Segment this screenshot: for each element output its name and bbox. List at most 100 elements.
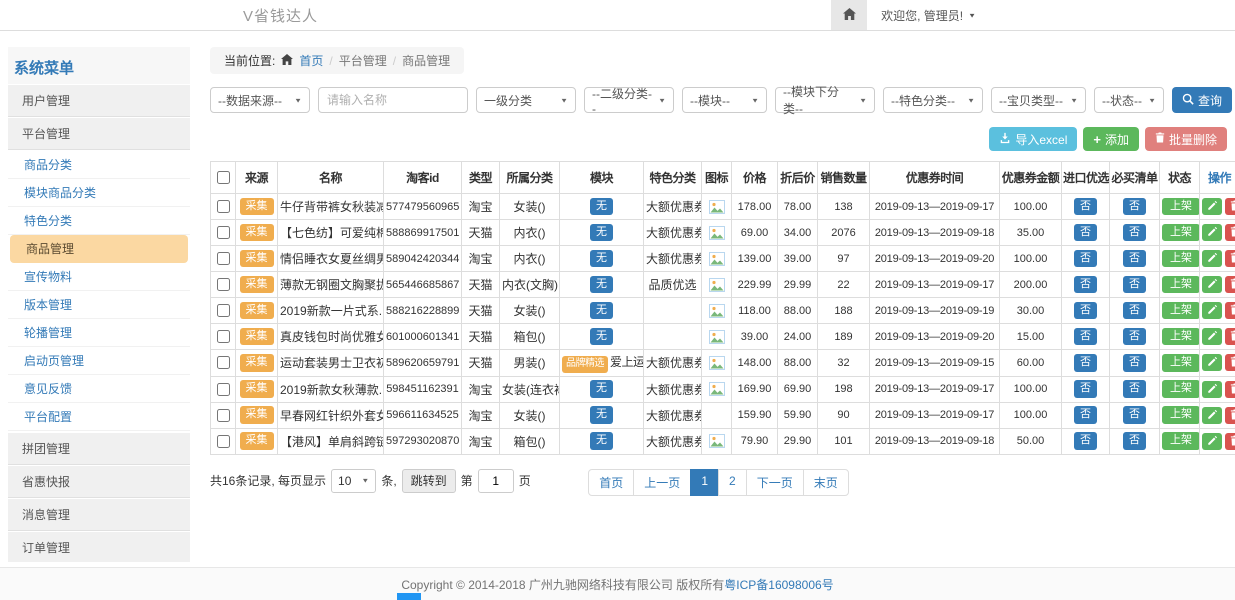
status-badge[interactable]: 上架 (1162, 354, 1200, 372)
delete-button[interactable] (1225, 381, 1235, 398)
import-select-toggle[interactable]: 否 (1074, 250, 1097, 268)
edit-button[interactable] (1202, 276, 1222, 293)
status-badge[interactable]: 上架 (1162, 302, 1200, 320)
import-select-toggle[interactable]: 否 (1074, 406, 1097, 424)
edit-button[interactable] (1202, 433, 1222, 450)
delete-button[interactable] (1225, 198, 1235, 215)
must-buy-toggle[interactable]: 否 (1123, 432, 1146, 450)
filter-select[interactable]: --数据来源--▼ (210, 87, 310, 113)
must-buy-toggle[interactable]: 否 (1123, 302, 1146, 320)
filter-select[interactable]: 一级分类▼ (476, 87, 576, 113)
row-checkbox[interactable] (217, 252, 230, 265)
must-buy-toggle[interactable]: 否 (1123, 224, 1146, 242)
import-select-toggle[interactable]: 否 (1074, 328, 1097, 346)
status-badge[interactable]: 上架 (1162, 328, 1200, 346)
delete-button[interactable] (1225, 433, 1235, 450)
status-badge[interactable]: 上架 (1162, 380, 1200, 398)
must-buy-toggle[interactable]: 否 (1123, 198, 1146, 216)
status-badge[interactable]: 上架 (1162, 432, 1200, 450)
import-select-toggle[interactable]: 否 (1074, 380, 1097, 398)
import-excel-button[interactable]: 导入excel (989, 127, 1077, 151)
status-badge[interactable]: 上架 (1162, 276, 1200, 294)
sidebar-subitem[interactable]: 特色分类 (8, 207, 190, 235)
sidebar-item[interactable]: 订单管理 (8, 531, 190, 562)
import-select-toggle[interactable]: 否 (1074, 198, 1097, 216)
page-button[interactable]: 1 (690, 469, 719, 496)
status-badge[interactable]: 上架 (1162, 250, 1200, 268)
status-badge[interactable]: 上架 (1162, 198, 1200, 216)
edit-button[interactable] (1202, 328, 1222, 345)
edit-button[interactable] (1202, 407, 1222, 424)
filter-select[interactable]: --二级分类--▼ (584, 87, 674, 113)
must-buy-toggle[interactable]: 否 (1123, 354, 1146, 372)
status-badge[interactable]: 上架 (1162, 224, 1200, 242)
status-badge[interactable]: 上架 (1162, 406, 1200, 424)
filter-select[interactable]: --宝贝类型--▼ (991, 87, 1086, 113)
edit-button[interactable] (1202, 302, 1222, 319)
sidebar-subitem[interactable]: 模块商品分类 (8, 179, 190, 207)
page-number-input[interactable] (478, 469, 514, 493)
row-checkbox[interactable] (217, 409, 230, 422)
sidebar-subitem[interactable]: 版本管理 (8, 291, 190, 319)
delete-button[interactable] (1225, 328, 1235, 345)
sidebar-item[interactable]: 拼团管理 (8, 432, 190, 465)
delete-button[interactable] (1225, 276, 1235, 293)
sidebar-subitem[interactable]: 启动页管理 (8, 347, 190, 375)
sidebar-item[interactable]: 平台管理 (8, 117, 190, 150)
import-select-toggle[interactable]: 否 (1074, 224, 1097, 242)
sidebar-subitem[interactable]: 商品分类 (8, 151, 190, 179)
page-button[interactable]: 2 (718, 469, 747, 496)
sidebar-subitem[interactable]: 宣传物料 (8, 263, 190, 291)
filter-select[interactable]: --模块--▼ (682, 87, 767, 113)
add-button[interactable]: + 添加 (1083, 127, 1139, 151)
sidebar-item[interactable]: 用户管理 (8, 84, 190, 117)
batch-delete-button[interactable]: 批量删除 (1145, 127, 1227, 151)
row-checkbox[interactable] (217, 226, 230, 239)
edit-button[interactable] (1202, 381, 1222, 398)
row-checkbox[interactable] (217, 356, 230, 369)
row-checkbox[interactable] (217, 304, 230, 317)
must-buy-toggle[interactable]: 否 (1123, 250, 1146, 268)
edit-button[interactable] (1202, 250, 1222, 267)
icp-link[interactable]: 粤ICP备16098006号 (724, 576, 833, 593)
edit-button[interactable] (1202, 198, 1222, 215)
row-checkbox[interactable] (217, 278, 230, 291)
must-buy-toggle[interactable]: 否 (1123, 328, 1146, 346)
filter-select[interactable]: --特色分类--▼ (883, 87, 983, 113)
breadcrumb-home-link[interactable]: 首页 (299, 52, 323, 69)
home-button[interactable] (831, 0, 867, 30)
name-search-input[interactable] (318, 87, 468, 113)
must-buy-toggle[interactable]: 否 (1123, 406, 1146, 424)
delete-button[interactable] (1225, 224, 1235, 241)
sidebar-item[interactable]: 消息管理 (8, 498, 190, 531)
import-select-toggle[interactable]: 否 (1074, 302, 1097, 320)
jump-button[interactable]: 跳转到 (402, 469, 456, 493)
import-select-toggle[interactable]: 否 (1074, 432, 1097, 450)
sidebar-subitem[interactable]: 意见反馈 (8, 375, 190, 403)
edit-button[interactable] (1202, 224, 1222, 241)
delete-button[interactable] (1225, 250, 1235, 267)
select-all-checkbox[interactable] (217, 171, 230, 184)
sidebar-subitem[interactable]: 商品管理 (10, 235, 188, 263)
must-buy-toggle[interactable]: 否 (1123, 380, 1146, 398)
search-button[interactable]: 查询 (1172, 87, 1232, 113)
per-page-select[interactable]: 10 ▼ (331, 469, 376, 493)
delete-button[interactable] (1225, 302, 1235, 319)
row-checkbox[interactable] (217, 383, 230, 396)
import-select-toggle[interactable]: 否 (1074, 276, 1097, 294)
import-select-toggle[interactable]: 否 (1074, 354, 1097, 372)
sidebar-item[interactable]: 省惠快报 (8, 465, 190, 498)
sidebar-subitem[interactable]: 轮播管理 (8, 319, 190, 347)
user-menu[interactable]: 欢迎您, 管理员! ▼ (867, 0, 990, 30)
must-buy-toggle[interactable]: 否 (1123, 276, 1146, 294)
page-button[interactable]: 首页 (588, 469, 634, 496)
filter-select[interactable]: --模块下分类--▼ (775, 87, 875, 113)
delete-button[interactable] (1225, 407, 1235, 424)
row-checkbox[interactable] (217, 330, 230, 343)
row-checkbox[interactable] (217, 200, 230, 213)
row-checkbox[interactable] (217, 435, 230, 448)
page-button[interactable]: 上一页 (633, 469, 691, 496)
delete-button[interactable] (1225, 354, 1235, 371)
edit-button[interactable] (1202, 354, 1222, 371)
filter-select[interactable]: --状态--▼ (1094, 87, 1164, 113)
